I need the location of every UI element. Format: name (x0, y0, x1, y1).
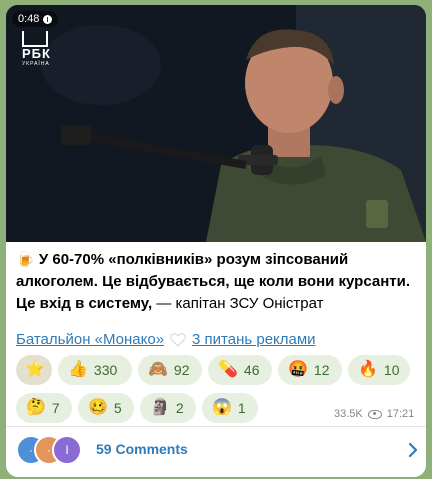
reaction-count: 5 (113, 400, 122, 416)
channel-logo: РБК УКРАЇНА (22, 31, 51, 67)
post-text: 🍺 У 60-70% «полківників» розум зіпсовани… (16, 249, 420, 315)
moai-icon: 🗿 (150, 399, 170, 416)
fire-icon: 🔥 (358, 361, 378, 378)
eye-icon (367, 409, 382, 419)
view-count: 33.5K (334, 408, 363, 420)
reaction-count: 10 (383, 362, 400, 378)
thumbs-up-icon: 👍 (68, 361, 88, 378)
woozy-face-icon: 🥴 (88, 399, 108, 416)
divider (6, 426, 426, 427)
pill-icon: 💊 (218, 361, 238, 378)
duration-label: 0:48 (18, 13, 40, 25)
link-ad-questions[interactable]: 3 питань реклами (192, 331, 316, 348)
message-time: 17:21 (386, 408, 415, 420)
reaction-count: 1 (237, 400, 246, 416)
reaction-pill[interactable]: 💊 46 (208, 355, 272, 385)
reaction-monkey[interactable]: 🙈 92 (138, 355, 202, 385)
reaction-count: 46 (243, 362, 260, 378)
logo-mark-icon (22, 31, 48, 47)
cursing-face-icon: 🤬 (288, 361, 308, 378)
comments-button[interactable]: · · I 59 Comments (16, 434, 420, 466)
reaction-woozy[interactable]: 🥴 5 (78, 393, 134, 423)
link-battalion-monaco[interactable]: Батальйон «Монако» (16, 331, 164, 348)
logo-text: РБК (22, 46, 51, 61)
reaction-moai[interactable]: 🗿 2 (140, 393, 196, 423)
message-meta: 33.5K 17:21 (334, 408, 414, 420)
reaction-count: 92 (173, 362, 190, 378)
reaction-screaming[interactable]: 😱 1 (202, 393, 258, 423)
avatar: I (52, 435, 82, 465)
avatar-initial: · (29, 443, 33, 457)
reaction-thinking[interactable]: 🤔 7 (16, 393, 72, 423)
reaction-count: 7 (51, 400, 60, 416)
screaming-face-icon: 😱 (212, 399, 232, 416)
video-frame-image (6, 5, 426, 242)
chevron-right-icon (408, 442, 418, 458)
star-icon: ⭐ (25, 361, 45, 378)
thinking-face-icon: 🤔 (26, 399, 46, 416)
post-links: Батальйон «Монако» 3 питань реклами (16, 331, 316, 348)
logo-subtext: УКРАЇНА (22, 61, 50, 67)
reaction-star[interactable]: ⭐ (16, 355, 52, 385)
see-no-evil-monkey-icon: 🙈 (148, 361, 168, 378)
reaction-fire[interactable]: 🔥 10 (348, 355, 410, 385)
comments-label: 59 Comments (96, 441, 188, 457)
video-thumbnail[interactable]: 0:48 РБК УКРАЇНА (6, 5, 426, 242)
message-bubble: 0:48 РБК УКРАЇНА 🍺 У 60-70% «полківників… (6, 5, 426, 477)
reaction-cursing-face[interactable]: 🤬 12 (278, 355, 342, 385)
reaction-count: 12 (313, 362, 330, 378)
white-heart-icon (170, 332, 186, 347)
video-duration: 0:48 (12, 11, 59, 27)
avatar-initial: · (47, 443, 51, 457)
avatar-initial: I (65, 443, 69, 457)
beer-icon: 🍺 (16, 251, 35, 268)
reaction-thumbs-up[interactable]: 👍 330 (58, 355, 132, 385)
info-icon (43, 14, 53, 24)
reaction-count: 2 (175, 400, 184, 416)
post-attribution: — капітан ЗСУ Оністрат (152, 295, 324, 312)
reaction-count: 330 (93, 362, 118, 378)
